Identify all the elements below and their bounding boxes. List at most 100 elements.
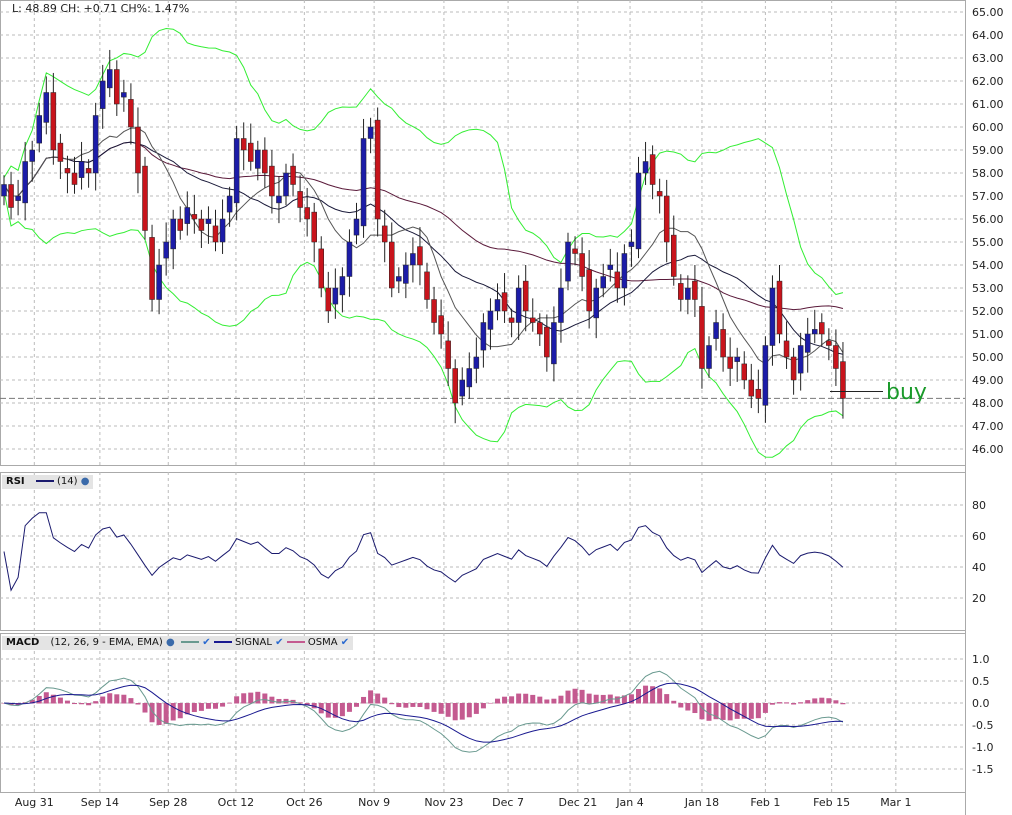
- buy-annotation: buy: [886, 380, 927, 405]
- candle-up: [628, 241, 635, 247]
- signal-toggle-checkbox[interactable]: ✔: [275, 637, 283, 648]
- candle-down: [240, 138, 247, 151]
- candle-up: [487, 310, 494, 330]
- x-tick-label: Aug 31: [15, 796, 54, 809]
- settings-globe-icon[interactable]: ●: [166, 637, 175, 648]
- candle-down: [579, 253, 585, 277]
- candle-up: [797, 345, 804, 374]
- osma-bar: [354, 703, 359, 707]
- candle-down: [311, 211, 317, 243]
- osma-bar: [473, 703, 479, 714]
- osma-bar: [135, 703, 141, 705]
- x-tick-label: Dec 7: [492, 796, 524, 809]
- signal-label: SIGNAL: [235, 637, 272, 648]
- rsi-title: RSI: [6, 476, 25, 487]
- candle-up: [642, 161, 649, 174]
- candle-up: [804, 333, 811, 353]
- osma-bar: [530, 694, 536, 704]
- candle-down: [755, 388, 762, 399]
- osma-bar: [163, 703, 169, 724]
- rsi-tick-label: 80: [972, 499, 986, 512]
- osma-bar: [142, 703, 148, 713]
- x-tick-label: Feb 1: [750, 796, 780, 809]
- candle-down: [727, 356, 733, 369]
- candle-down: [262, 149, 268, 174]
- candle-up: [353, 218, 360, 236]
- rsi-legend: RSI (14) ●: [2, 475, 94, 489]
- candle-up: [593, 287, 599, 319]
- x-tick-label: Jan 18: [684, 796, 719, 809]
- osma-bar: [558, 695, 564, 704]
- osma-bar: [72, 703, 77, 705]
- candle-down: [544, 326, 550, 358]
- candle-up: [494, 299, 501, 312]
- macd-toggle-checkbox[interactable]: ✔: [202, 637, 210, 648]
- price-tick-label: 47.00: [972, 420, 1004, 433]
- candle-up: [473, 356, 480, 369]
- candle-up: [276, 195, 282, 204]
- candle-up: [15, 195, 21, 201]
- osma-toggle-checkbox[interactable]: ✔: [341, 637, 349, 648]
- osma-bar: [361, 696, 367, 704]
- osma-bar: [121, 694, 127, 704]
- price-tick-label: 48.00: [972, 397, 1004, 410]
- osma-swatch: [286, 641, 305, 643]
- stock-chart: Aug 31 Sep 14 Sep 28 Oct 12 Oct 26 Nov 9 Nov 2…: [0, 0, 1012, 815]
- candle-up: [121, 92, 127, 98]
- candle-up: [156, 264, 162, 300]
- osma-bar: [516, 693, 522, 704]
- price-tick-label: 56.00: [972, 213, 1004, 226]
- candle-up: [565, 241, 571, 282]
- price-tick-label: 53.00: [972, 282, 1004, 295]
- settings-globe-icon[interactable]: ●: [81, 476, 90, 487]
- candle-down: [537, 322, 543, 335]
- price-tick-label: 57.00: [972, 190, 1004, 203]
- osma-bar: [396, 703, 402, 708]
- candle-down: [297, 191, 303, 208]
- osma-bar: [678, 703, 684, 708]
- signal-line-swatch: [213, 641, 232, 643]
- rsi-tick-label: 40: [972, 561, 986, 574]
- osma-bar: [502, 696, 508, 704]
- osma-bar: [389, 703, 395, 705]
- x-tick-label: Nov 9: [358, 796, 390, 809]
- candle-up: [184, 207, 191, 224]
- candle-up: [107, 69, 113, 89]
- candle-down: [389, 241, 395, 289]
- osma-bar: [692, 703, 698, 714]
- osma-bar: [509, 696, 515, 704]
- candle-up: [734, 356, 740, 362]
- macd-tick-label: -1.5: [972, 763, 993, 776]
- osma-bar: [798, 702, 804, 704]
- rsi-tick-label: 60: [972, 530, 986, 543]
- candle-down: [269, 165, 275, 197]
- candle-up: [685, 287, 691, 300]
- macd-tick-label: -1.0: [972, 741, 993, 754]
- candle-up: [78, 161, 85, 178]
- osma-bar: [833, 700, 839, 704]
- osma-bar: [241, 693, 247, 704]
- osma-bar: [551, 698, 557, 704]
- candle-down: [663, 195, 670, 243]
- osma-bar: [466, 703, 472, 718]
- osma-bar: [586, 693, 592, 704]
- candle-down: [8, 184, 14, 208]
- osma-bar: [431, 703, 437, 712]
- candle-up: [360, 138, 367, 227]
- osma-bar: [346, 703, 352, 712]
- osma-bar: [382, 697, 388, 704]
- candle-up: [346, 241, 353, 277]
- candle-up: [233, 138, 240, 204]
- candle-down: [198, 218, 205, 231]
- x-tick-label: Feb 15: [813, 796, 850, 809]
- osma-bar: [198, 703, 204, 711]
- candle-down: [135, 126, 141, 174]
- osma-bar: [812, 698, 818, 704]
- osma-bar: [755, 703, 761, 719]
- x-tick-label: Sep 28: [149, 796, 187, 809]
- osma-bar: [784, 702, 790, 704]
- candle-up: [1, 184, 7, 197]
- chart-canvas: Aug 31 Sep 14 Sep 28 Oct 12 Oct 26 Nov 9 Nov 2…: [0, 0, 1004, 815]
- candle-down: [678, 283, 684, 300]
- candle-down: [741, 363, 747, 381]
